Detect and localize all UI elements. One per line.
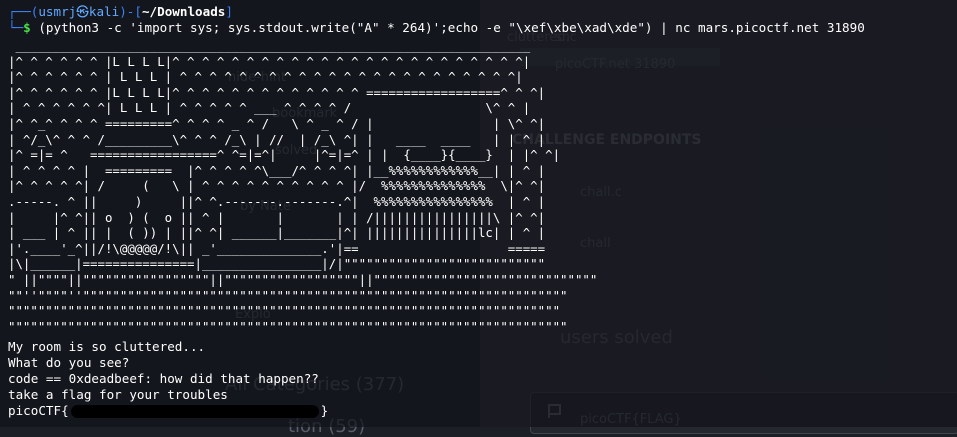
flag-suffix: } bbox=[320, 403, 329, 418]
terminal-window[interactable]: ┌──(usmrj㉿kali)-[~/Downloads] └─$ (pytho… bbox=[0, 0, 957, 427]
command-text: (python3 -c 'import sys; sys.stdout.writ… bbox=[38, 20, 865, 35]
ascii-art-line: |^ ^ ^ ^ ^| / ( \ | ^ ^ ^ ^ ^ ^ ^ ^ ^ ^ … bbox=[8, 178, 546, 194]
ascii-art-line: |^ ^ ^ ^ ^ ^ | L L L | ^ ^ ^ ^ ^ ^ ^ ^ ^… bbox=[8, 69, 523, 85]
ascii-art-line: |\|______|===============|______________… bbox=[8, 256, 546, 272]
output-line: code == 0xdeadbeef: how did that happen?… bbox=[8, 371, 319, 386]
flag-prefix: picoCTF{ bbox=[8, 403, 69, 418]
ascii-art-line: | ___ | ^ || | ( )) | ||^ ^| ______|____… bbox=[8, 225, 546, 241]
ascii-art-line: ________________________________________… bbox=[8, 38, 531, 53]
ascii-art-line: ""''""""''""""""""""""""""""""""""""""""… bbox=[8, 287, 568, 303]
ascii-art-line: """"""""""""""""""""""""""""""""""""""""… bbox=[8, 303, 561, 319]
ascii-art-line: """"""""""""""""""""""""""""""""""""""""… bbox=[8, 318, 568, 334]
prompt-host: kali bbox=[88, 4, 120, 19]
ascii-art-line: |^ ^_^ ^ ^ ^ =========^ ^ ^ ^ _ ^ / \ ^ … bbox=[8, 116, 546, 131]
ascii-art-line: | ^/_\^ ^ ^ /_________\^ ^ ^ /_\ | // | … bbox=[8, 131, 546, 147]
ascii-art-line: | ^ ^ ^ ^ | ========= |^ ^ ^ ^ ^\___/^ ^… bbox=[8, 162, 546, 178]
prompt-line-2: └─$ (python3 -c 'import sys; sys.stdout.… bbox=[8, 20, 865, 35]
ascii-art-line: .-----. ^ || ) ||^ ^.-------.-------.^| … bbox=[8, 194, 546, 209]
ascii-art-line: | ^ ^ ^ ^ ^ ^| L L L | ^ ^ ^ ^ ^ ___ ^ ^… bbox=[8, 100, 531, 116]
ascii-art-line: " ||""""||"""""""""""""""""||"""""""""""… bbox=[8, 272, 598, 287]
prompt-skull-icon: ㉿ bbox=[76, 4, 89, 19]
flag-line: picoCTF{} bbox=[8, 403, 328, 419]
ascii-art-line: | |^ ^|| o ) ( o || ^ | | | | /|||||||||… bbox=[8, 209, 546, 225]
ascii-art-line: |^ ^ ^ ^ ^ ^ |L L L L|^ ^ ^ ^ ^ ^ ^ ^ ^ … bbox=[8, 84, 546, 100]
ascii-art-line: |^ =|= ^ =================^ ^=|=^| |^=|=… bbox=[8, 147, 561, 163]
output-line: What do you see? bbox=[8, 355, 130, 370]
ascii-art-line: |'.____'_^||/!\@@@@@/!\|| _'____________… bbox=[8, 240, 546, 256]
prompt-line-1: ┌──(usmrj㉿kali)-[~/Downloads] bbox=[8, 4, 233, 19]
prompt-directory: ~/Downloads bbox=[141, 4, 226, 19]
ascii-art-line: |^ ^ ^ ^ ^ ^ |L L L L|^ ^ ^ ^ ^ ^ ^ ^ ^ … bbox=[8, 53, 531, 69]
redacted-flag bbox=[70, 405, 319, 418]
output-line: My room is so cluttered... bbox=[8, 339, 206, 354]
output-line: take a flag for your troubles bbox=[8, 387, 228, 402]
prompt-user: usmrj bbox=[38, 4, 77, 19]
